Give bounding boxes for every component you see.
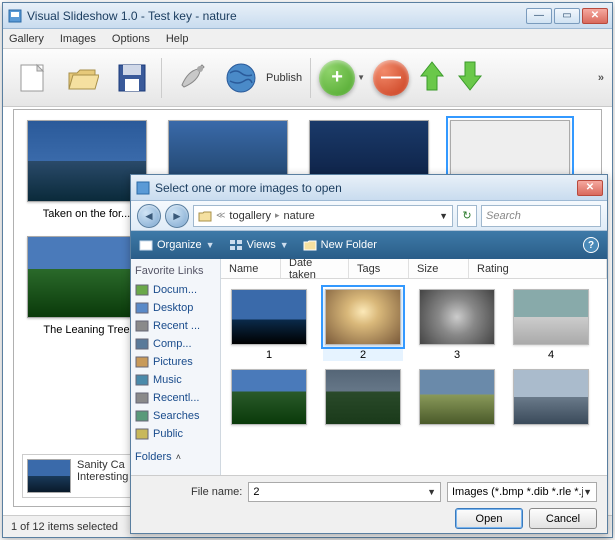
column-headers[interactable]: Name Date taken Tags Size Rating: [221, 259, 607, 279]
file-item[interactable]: [229, 369, 309, 429]
favorite-link[interactable]: Pictures: [135, 353, 216, 371]
toolbar-overflow-icon[interactable]: »: [598, 72, 604, 84]
add-dropdown-icon[interactable]: ▼: [357, 73, 365, 82]
window-title: Visual Slideshow 1.0 - Test key - nature: [27, 9, 526, 23]
settings-button[interactable]: [170, 57, 212, 99]
folders-toggle[interactable]: Folders˄: [135, 451, 216, 463]
new-button[interactable]: [11, 57, 53, 99]
remove-button[interactable]: —: [373, 60, 409, 96]
breadcrumb[interactable]: ≪ togallery ▸ nature ▼: [193, 205, 453, 227]
info-text: Sanity Ca Interesting: [77, 459, 128, 493]
organize-button[interactable]: Organize▼: [139, 238, 215, 252]
move-down-button[interactable]: [455, 58, 485, 97]
filename-label: File name:: [191, 486, 242, 498]
file-item[interactable]: 4: [511, 289, 591, 361]
dialog-icon: [135, 180, 151, 196]
search-input[interactable]: Search: [481, 205, 601, 227]
move-up-button[interactable]: [417, 58, 447, 97]
filename-input[interactable]: 2▼: [248, 482, 441, 502]
dialog-close-button[interactable]: ✕: [577, 180, 603, 196]
menu-options[interactable]: Options: [112, 33, 150, 45]
close-button[interactable]: ✕: [582, 8, 608, 24]
file-filter[interactable]: Images (*.bmp *.dib *.rle *.jpg▼: [447, 482, 597, 502]
main-titlebar[interactable]: Visual Slideshow 1.0 - Test key - nature…: [3, 3, 612, 29]
add-button[interactable]: +: [319, 60, 355, 96]
open-button[interactable]: [61, 57, 103, 99]
col-rating[interactable]: Rating: [469, 259, 607, 278]
col-tags[interactable]: Tags: [349, 259, 409, 278]
menu-help[interactable]: Help: [166, 33, 189, 45]
nav-forward-button[interactable]: ►: [165, 204, 189, 228]
folder-icon: [198, 209, 212, 223]
menu-images[interactable]: Images: [60, 33, 96, 45]
file-item[interactable]: 2: [323, 289, 403, 361]
breadcrumb-item[interactable]: togallery: [229, 210, 271, 222]
new-folder-button[interactable]: New Folder: [303, 238, 377, 252]
favorite-link[interactable]: Public: [135, 425, 216, 443]
favorite-link[interactable]: Desktop: [135, 299, 216, 317]
menu-gallery[interactable]: Gallery: [9, 33, 44, 45]
views-button[interactable]: Views▼: [229, 238, 289, 252]
refresh-button[interactable]: ↻: [457, 205, 477, 227]
menubar: Gallery Images Options Help: [3, 29, 612, 49]
help-button[interactable]: ?: [583, 237, 599, 253]
file-item[interactable]: [511, 369, 591, 429]
file-item[interactable]: 3: [417, 289, 497, 361]
publish-label: Publish: [266, 72, 302, 84]
breadcrumb-dropdown-icon[interactable]: ▼: [439, 211, 448, 221]
col-date[interactable]: Date taken: [281, 259, 349, 278]
col-size[interactable]: Size: [409, 259, 469, 278]
dialog-title: Select one or more images to open: [155, 181, 577, 195]
file-item[interactable]: [417, 369, 497, 429]
dialog-footer: File name: 2▼ Images (*.bmp *.dib *.rle …: [131, 475, 607, 533]
favorite-link[interactable]: Recent ...: [135, 317, 216, 335]
nav-back-button[interactable]: ◄: [137, 204, 161, 228]
dialog-toolbar: Organize▼ Views▼ New Folder ?: [131, 231, 607, 259]
status-text: 1 of 12 items selected: [11, 521, 118, 533]
file-item[interactable]: 1: [229, 289, 309, 361]
file-grid[interactable]: 1234: [221, 279, 607, 475]
file-open-dialog: Select one or more images to open ✕ ◄ ► …: [130, 174, 608, 534]
open-button[interactable]: Open: [455, 508, 523, 529]
favorite-link[interactable]: Music: [135, 371, 216, 389]
col-name[interactable]: Name: [221, 259, 281, 278]
dialog-titlebar[interactable]: Select one or more images to open ✕: [131, 175, 607, 201]
main-toolbar: Publish +▼ — »: [3, 49, 612, 107]
app-icon: [7, 8, 23, 24]
publish-button[interactable]: [220, 57, 262, 99]
favorite-link[interactable]: Recentl...: [135, 389, 216, 407]
cancel-button[interactable]: Cancel: [529, 508, 597, 529]
favorites-panel: Favorite Links Docum...DesktopRecent ...…: [131, 259, 221, 475]
favorite-link[interactable]: Searches: [135, 407, 216, 425]
minimize-button[interactable]: —: [526, 8, 552, 24]
dialog-nav: ◄ ► ≪ togallery ▸ nature ▼ ↻ Search: [131, 201, 607, 231]
favorite-link[interactable]: Comp...: [135, 335, 216, 353]
maximize-button[interactable]: ▭: [554, 8, 580, 24]
breadcrumb-item[interactable]: nature: [284, 210, 315, 222]
favorites-header: Favorite Links: [135, 265, 216, 277]
save-button[interactable]: [111, 57, 153, 99]
file-item[interactable]: [323, 369, 403, 429]
favorite-link[interactable]: Docum...: [135, 281, 216, 299]
